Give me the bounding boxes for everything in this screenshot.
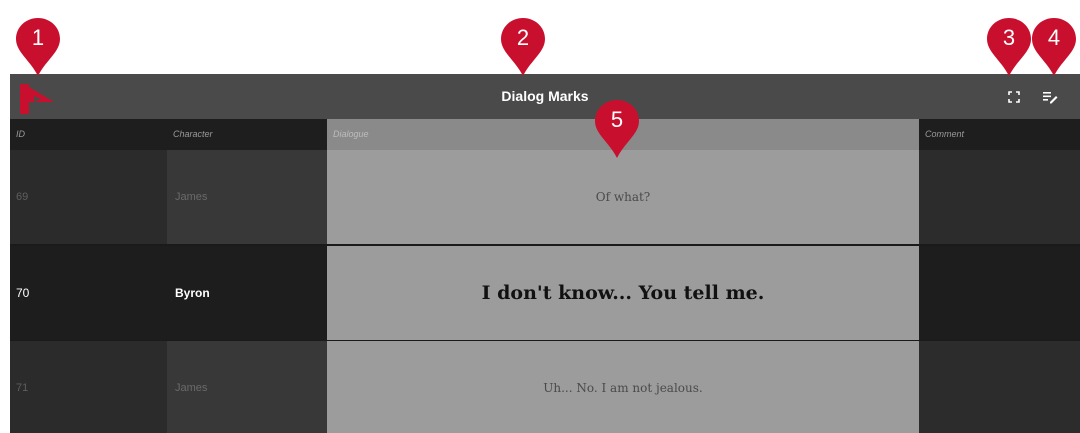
row-comment[interactable]: [919, 341, 1080, 433]
column-header-character: Character: [167, 119, 327, 150]
edit-list-button[interactable]: [1040, 87, 1060, 107]
row-comment[interactable]: [919, 246, 1080, 340]
column-header-comment: Comment: [919, 119, 1080, 150]
callout-number: 3: [1002, 25, 1016, 50]
column-header-id: ID: [10, 119, 167, 150]
row-dialogue: Uh... No. I am not jealous.: [327, 341, 919, 433]
title-bar: Dialog Marks: [10, 74, 1080, 119]
callout-marker-4: 4: [1030, 16, 1078, 78]
fullscreen-button[interactable]: [1004, 87, 1024, 107]
table-row-current[interactable]: 70 Byron I don't know... You tell me.: [10, 246, 1080, 340]
row-character: Byron: [167, 246, 327, 340]
callout-number: 5: [610, 107, 624, 132]
dialog-marks-window: Dialog Marks ID Character Dialogue Comme…: [10, 74, 1080, 433]
row-character: James: [167, 150, 327, 244]
row-comment[interactable]: [919, 150, 1080, 244]
table-row[interactable]: 69 James Of what?: [10, 150, 1080, 244]
callout-marker-2: 2: [499, 16, 547, 78]
row-id: 69: [10, 150, 167, 244]
window-title: Dialog Marks: [501, 88, 589, 104]
callout-marker-5: 5: [593, 98, 641, 160]
callout-number: 2: [516, 25, 530, 50]
table-row[interactable]: 71 James Uh... No. I am not jealous.: [10, 341, 1080, 433]
play-logo-icon: [20, 84, 56, 114]
row-id: 71: [10, 341, 167, 433]
row-dialogue: Of what?: [327, 150, 919, 244]
fullscreen-icon: [1008, 91, 1020, 103]
callout-marker-3: 3: [985, 16, 1033, 78]
row-dialogue: I don't know... You tell me.: [327, 246, 919, 340]
callout-marker-1: 1: [14, 16, 62, 78]
edit-list-icon: [1043, 92, 1058, 104]
row-character: James: [167, 341, 327, 433]
callout-number: 4: [1047, 25, 1061, 50]
table-header: ID Character Dialogue Comment: [10, 119, 1080, 150]
callout-number: 1: [31, 25, 45, 50]
row-id: 70: [10, 246, 167, 340]
